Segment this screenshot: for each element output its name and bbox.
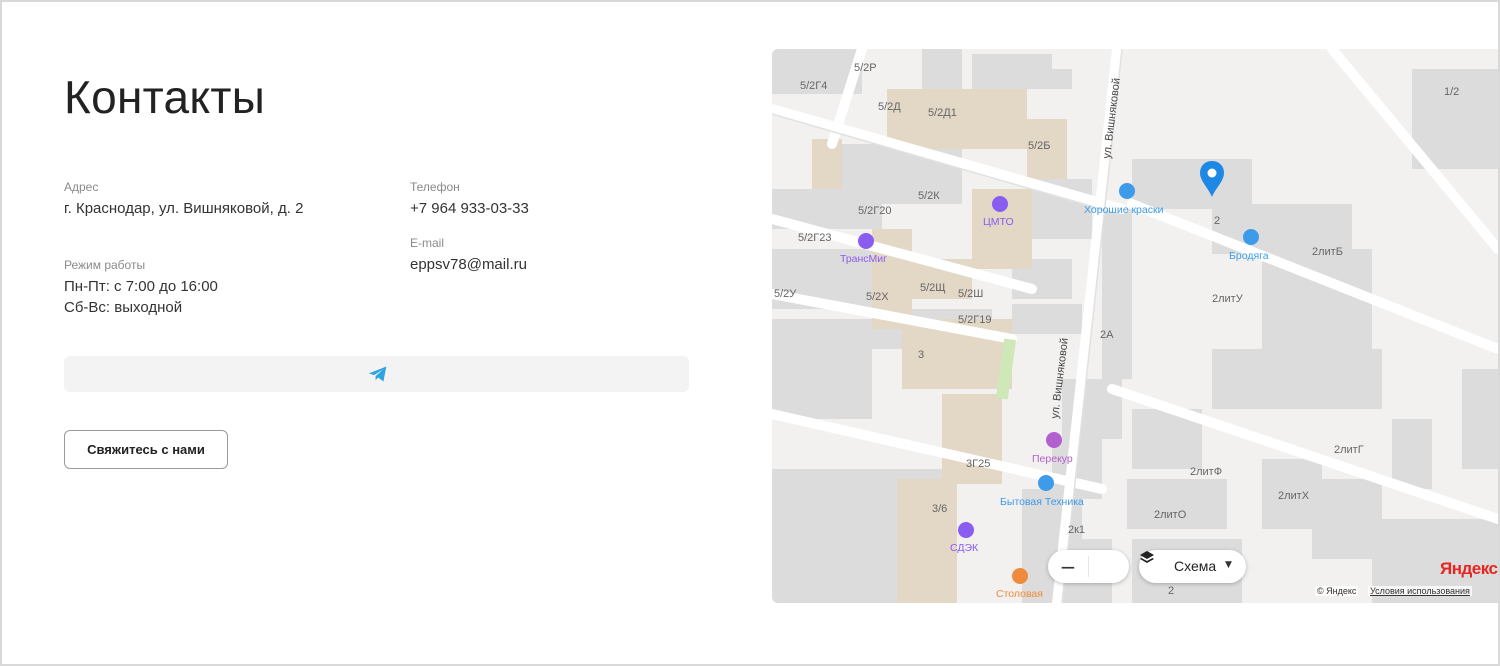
poi-perekur-label: Перекур: [1032, 453, 1073, 465]
house-5-2d: 5/2Д: [878, 101, 901, 113]
poi-canteen-label: Столовая: [996, 588, 1043, 600]
poi-cmto-icon[interactable]: [992, 196, 1008, 212]
poi-appliances-label: Бытовая Техника: [1000, 496, 1084, 508]
zoom-in-button[interactable]: [1089, 550, 1129, 583]
zoom-control: −: [1048, 550, 1129, 583]
email-label: E-mail: [410, 236, 445, 250]
house-2litb: 2литБ: [1312, 246, 1343, 258]
house-3g25: 3Г25: [966, 458, 990, 470]
address-label: Адрес: [64, 180, 99, 194]
house-2k1: 2к1: [1068, 524, 1085, 536]
map-terms-link[interactable]: Условия использования: [1368, 586, 1472, 596]
map-layer-label: Схема: [1174, 558, 1217, 574]
house-2: 2: [1214, 215, 1220, 227]
poi-brodyaga-label: Бродяга: [1229, 250, 1269, 262]
hours-weekdays: Пн-Пт: с 7:00 до 16:00: [64, 278, 218, 295]
house-5-2shch: 5/2Щ: [920, 282, 946, 294]
house-5-2k: 5/2К: [918, 190, 940, 202]
yandex-map[interactable]: ул. Вишняковой ул. Вишняковой 5/2Р 5/2Г4…: [772, 49, 1498, 603]
poi-paint-store-label: Хорошие краски: [1084, 204, 1164, 216]
telegram-button[interactable]: [64, 356, 689, 392]
house-5-2sh: 5/2Ш: [958, 288, 983, 300]
house-5-2u: 5/2У: [774, 288, 797, 300]
layers-icon: [1140, 551, 1154, 563]
house-5-2g4: 5/2Г4: [800, 80, 827, 92]
phone-value[interactable]: +7 964 933-03-33: [410, 198, 529, 219]
house-5-2d1: 5/2Д1: [928, 107, 957, 119]
email-value[interactable]: eppsv78@mail.ru: [410, 254, 527, 275]
phone-label: Телефон: [410, 180, 460, 194]
contacts-section: Контакты Адрес г. Краснодар, ул. Вишняко…: [2, 2, 1498, 664]
poi-cdek-icon[interactable]: [958, 522, 974, 538]
poi-brodyaga-icon[interactable]: [1243, 229, 1259, 245]
house-5-2kh: 5/2Х: [866, 291, 889, 303]
house-2litu: 2литУ: [1212, 293, 1244, 305]
house-5-2b: 5/2Б: [1028, 140, 1051, 152]
page-title: Контакты: [64, 71, 266, 123]
house-5-2g23: 5/2Г23: [798, 232, 831, 244]
house-2litf: 2литФ: [1190, 466, 1222, 478]
house-3-6: 3/6: [932, 503, 947, 515]
yandex-logo: Яндекс: [1440, 559, 1498, 578]
zoom-out-button[interactable]: −: [1048, 550, 1088, 583]
house-5-2r: 5/2Р: [854, 62, 877, 74]
poi-appliances-icon[interactable]: [1038, 475, 1054, 491]
house-1-2: 1/2: [1444, 86, 1459, 98]
contact-us-button[interactable]: Свяжитесь с нами: [64, 430, 228, 469]
house-2litg: 2литГ: [1334, 444, 1364, 456]
poi-transmig-label: ТрансМиг: [840, 253, 887, 265]
address-value: г. Краснодар, ул. Вишняковой, д. 2: [64, 200, 304, 217]
house-2a: 2А: [1100, 329, 1114, 341]
house-2b: 2: [1168, 585, 1174, 597]
poi-canteen-icon[interactable]: [1012, 568, 1028, 584]
poi-perekur-icon[interactable]: [1046, 432, 1062, 448]
chevron-down-icon: ▼: [1225, 560, 1232, 570]
house-2litkh: 2литХ: [1278, 490, 1310, 502]
house-3: 3: [918, 349, 924, 361]
poi-paint-store-icon[interactable]: [1119, 183, 1135, 199]
poi-transmig-icon[interactable]: [858, 233, 874, 249]
map-copyright: © Яндекс: [1315, 586, 1359, 596]
poi-cdek-label: СДЭК: [950, 542, 979, 554]
map-layer-button[interactable]: Схема ▼: [1139, 550, 1246, 583]
house-5-2g19: 5/2Г19: [958, 314, 991, 326]
house-2lito: 2литО: [1154, 509, 1187, 521]
hours-label: Режим работы: [64, 258, 146, 272]
map-canvas[interactable]: ул. Вишняковой ул. Вишняковой 5/2Р 5/2Г4…: [772, 49, 1498, 603]
hours-weekend: Сб-Вс: выходной: [64, 299, 183, 316]
telegram-icon: [368, 366, 387, 382]
house-5-2g20: 5/2Г20: [858, 205, 891, 217]
poi-cmto-label: ЦМТО: [983, 216, 1014, 228]
